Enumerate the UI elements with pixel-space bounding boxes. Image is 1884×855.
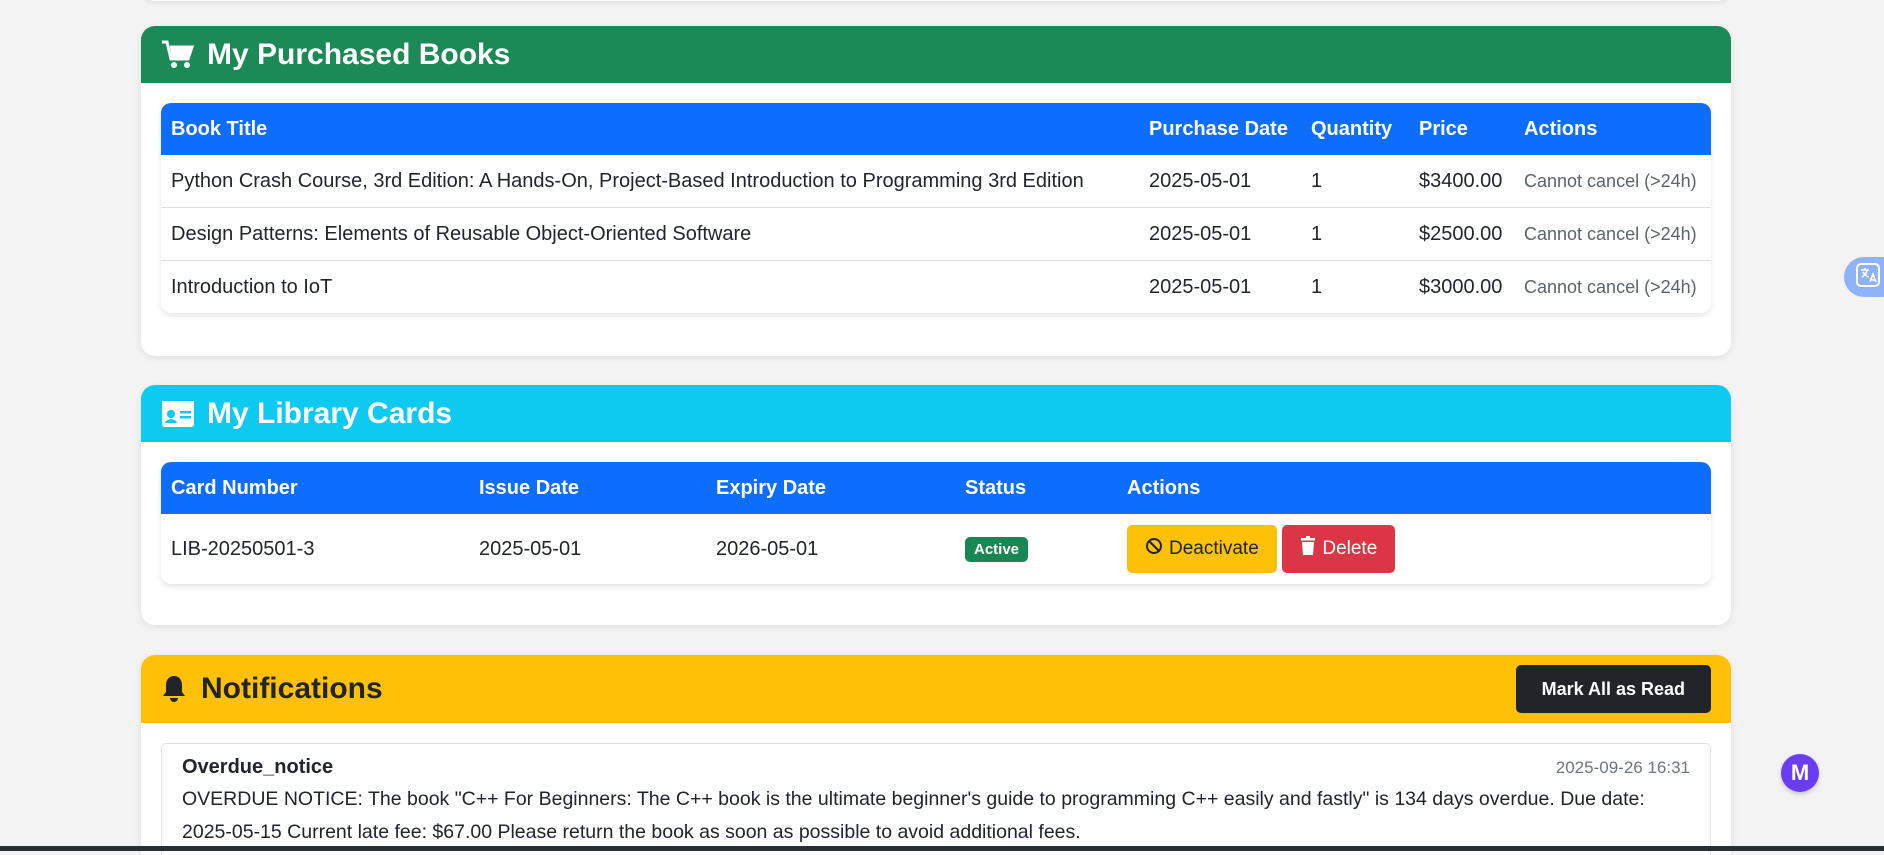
library-cards-card: My Library Cards Card Number Issue Date … (141, 385, 1731, 625)
actions-cell: Deactivate Delete (1117, 514, 1711, 584)
deactivate-button[interactable]: Deactivate (1127, 525, 1277, 574)
translate-icon (1856, 262, 1880, 292)
col-book-title: Book Title (171, 117, 268, 140)
table-header-row: Card Number Issue Date Expiry Date Statu… (161, 462, 1711, 514)
col-issue-date: Issue Date (479, 476, 580, 499)
status-cell: Active (955, 514, 1117, 584)
translate-button[interactable] (1844, 257, 1884, 297)
previous-card-bottom (141, 0, 1731, 1)
col-actions: Actions (1524, 117, 1598, 140)
quantity: 1 (1301, 155, 1409, 208)
expiry-date: 2026-05-01 (716, 537, 819, 560)
shopping-cart-icon (161, 39, 197, 71)
price: $3000.00 (1419, 275, 1503, 298)
trash-icon (1300, 536, 1316, 561)
purchased-books-table: Book Title Purchase Date Quantity Price … (161, 103, 1711, 313)
card-number: LIB-20250501-3 (171, 537, 315, 560)
notifications-header: Notifications Mark All as Read (141, 655, 1731, 723)
table-row: Design Patterns: Elements of Reusable Ob… (161, 207, 1711, 261)
book-title: Design Patterns: Elements of Reusable Ob… (161, 207, 1139, 261)
price: $2500.00 (1409, 207, 1514, 261)
book-title: Introduction to IoT (171, 275, 333, 298)
purchased-books-card: My Purchased Books Book Title Purchase D… (141, 26, 1731, 356)
deactivate-label: Deactivate (1169, 538, 1259, 560)
col-quantity: Quantity (1311, 117, 1393, 140)
purchase-date: 2025-05-01 (1149, 275, 1252, 298)
library-cards-title: My Library Cards (207, 396, 453, 430)
library-cards-table: Card Number Issue Date Expiry Date Statu… (161, 462, 1711, 584)
col-status: Status (965, 476, 1027, 499)
notification-message: OVERDUE NOTICE: The book "C++ For Beginn… (182, 788, 1645, 843)
quantity: 1 (1301, 207, 1409, 261)
price: $3400.00 (1409, 155, 1514, 208)
notifications-card: Notifications Mark All as Read Overdue_n… (141, 655, 1731, 855)
purchase-date: 2025-05-01 (1139, 207, 1301, 261)
library-cards-header: My Library Cards (141, 385, 1731, 442)
issue-date: 2025-05-01 (479, 537, 582, 560)
purchased-books-title: My Purchased Books (207, 37, 511, 71)
notification-type: Overdue_notice (182, 756, 334, 778)
table-header-row: Book Title Purchase Date Quantity Price … (161, 103, 1711, 155)
action-status: Cannot cancel (>24h) (1514, 155, 1711, 208)
delete-button[interactable]: Delete (1282, 524, 1396, 573)
purchase-date: 2025-05-01 (1139, 155, 1301, 208)
bottom-taskbar-edge (0, 846, 1884, 851)
bell-icon (161, 673, 191, 705)
action-status: Cannot cancel (>24h) (1524, 276, 1697, 297)
table-row: Python Crash Course, 3rd Edition: A Hand… (161, 155, 1711, 208)
col-card-number: Card Number (171, 476, 298, 499)
notification-time: 2025-09-26 16:31 (1555, 757, 1690, 777)
delete-label: Delete (1322, 537, 1378, 559)
col-expiry-date: Expiry Date (716, 476, 827, 499)
table-row: LIB-20250501-3 2025-05-01 2026-05-01 Act… (161, 514, 1711, 584)
mark-all-read-button[interactable]: Mark All as Read (1515, 665, 1711, 713)
col-purchase-date: Purchase Date (1149, 117, 1288, 140)
action-status: Cannot cancel (>24h) (1514, 207, 1711, 261)
book-title: Python Crash Course, 3rd Edition: A Hand… (161, 155, 1139, 208)
col-actions: Actions (1127, 476, 1201, 499)
status-badge: Active (965, 536, 1029, 562)
notification-item: Overdue_notice 2025-09-26 16:31 OVERDUE … (161, 743, 1711, 855)
id-card-icon (161, 398, 197, 430)
notifications-title: Notifications (201, 672, 383, 705)
quantity: 1 (1311, 275, 1323, 298)
table-row: Introduction to IoT 2025-05-01 1 $3000.0… (161, 261, 1711, 314)
assistant-fab-button[interactable]: M (1781, 754, 1819, 792)
col-price: Price (1419, 117, 1468, 140)
ban-icon (1145, 537, 1163, 561)
purchased-books-header: My Purchased Books (141, 26, 1731, 83)
